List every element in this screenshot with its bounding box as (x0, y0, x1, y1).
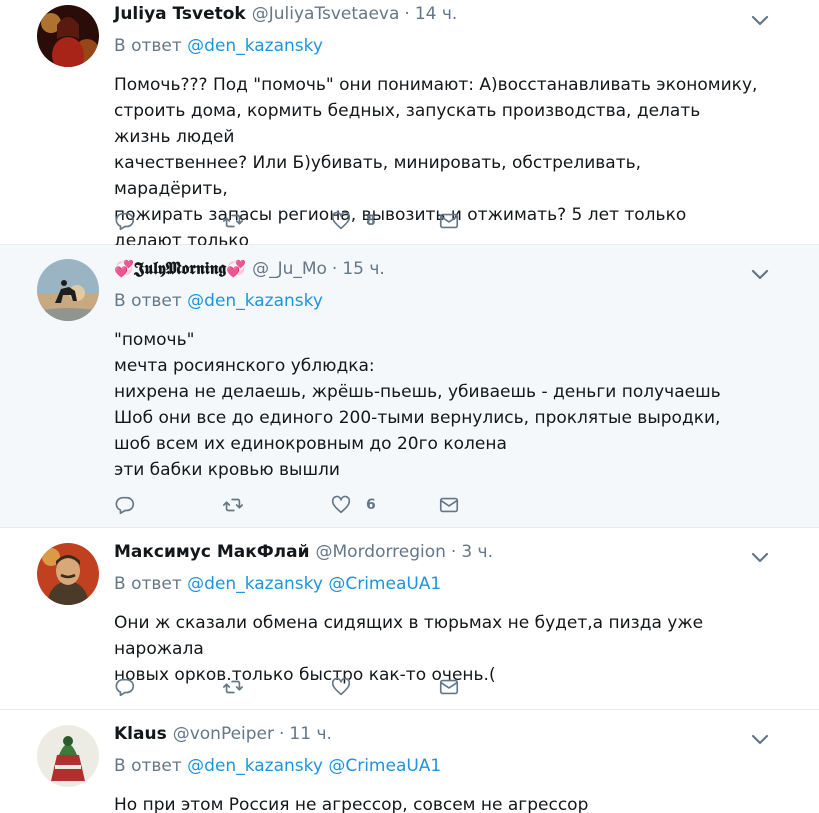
tweet-text: Но при этом Россия не агрессор, совсем н… (114, 795, 589, 813)
like-button[interactable] (330, 676, 438, 698)
avatar-image (37, 5, 99, 67)
mention-link[interactable]: @den_kazansky (187, 756, 323, 776)
like-icon (331, 495, 351, 514)
like-icon (331, 677, 351, 696)
author-name[interactable]: Максимус МакФлай (114, 542, 310, 562)
like-button[interactable]: 6 (330, 494, 438, 516)
tweet[interactable]: 💞 𝕵𝖚𝖑𝖞𝕸𝖔𝖗𝖓𝖎𝖓𝖌 💞 @_Ju_Mo · 15 ч. В ответ … (0, 245, 819, 528)
reply-button[interactable] (114, 494, 222, 516)
reply-prefix: В ответ (114, 756, 182, 776)
avatar[interactable] (37, 725, 99, 787)
author-username[interactable]: @JuliyaTsvetaeva (252, 4, 400, 24)
tweet-actions (114, 675, 546, 699)
tweet-timestamp[interactable]: 11 ч. (289, 724, 331, 744)
dm-icon (439, 497, 459, 513)
reply-prefix: В ответ (114, 291, 182, 311)
reply-prefix: В ответ (114, 36, 182, 56)
mention-link[interactable]: @CrimeaUA1 (328, 756, 441, 776)
reply-icon (115, 678, 135, 697)
mention-link[interactable]: @den_kazansky (187, 574, 323, 594)
tweet[interactable]: Максимус МакФлай @Mordorregion · 3 ч. В … (0, 528, 819, 710)
more-options-button[interactable] (749, 729, 771, 749)
reply-context: В ответ @den_kazansky @CrimeaUA1 (114, 574, 759, 596)
direct-message-button[interactable] (438, 676, 546, 698)
retweet-icon (223, 498, 243, 512)
avatar-image (37, 543, 99, 605)
more-options-button[interactable] (749, 547, 771, 567)
reply-icon (115, 496, 135, 515)
reply-icon (115, 212, 135, 231)
tweet-actions: 8 (114, 209, 546, 233)
author-username[interactable]: @_Ju_Mo (252, 259, 327, 279)
tweet-timestamp[interactable]: 14 ч. (415, 4, 457, 24)
author-username[interactable]: @vonPeiper (173, 724, 274, 744)
mention-link[interactable]: @den_kazansky (187, 291, 323, 311)
like-count: 6 (366, 497, 376, 513)
tweet[interactable]: Klaus @vonPeiper · 11 ч. В ответ @den_ka… (0, 710, 819, 813)
heart-emoji-left: 💞 (114, 259, 134, 278)
separator-dot: · (331, 259, 338, 279)
avatar[interactable] (37, 259, 99, 321)
avatar[interactable] (37, 543, 99, 605)
mention-link[interactable]: @CrimeaUA1 (328, 574, 441, 594)
retweet-button[interactable] (222, 676, 330, 698)
avatar-image (37, 725, 99, 787)
heart-emoji-right: 💞 (226, 259, 247, 278)
tweet-actions: 6 (114, 493, 546, 517)
chevron-down-icon (751, 15, 769, 26)
more-options-button[interactable] (749, 10, 771, 30)
tweet-timestamp[interactable]: 15 ч. (342, 259, 384, 279)
retweet-button[interactable] (222, 210, 330, 232)
tweet-timestamp[interactable]: 3 ч. (461, 542, 493, 562)
separator-dot: · (279, 724, 285, 744)
like-icon (331, 211, 351, 230)
direct-message-button[interactable] (438, 210, 546, 232)
direct-message-button[interactable] (438, 494, 546, 516)
dm-icon (439, 679, 459, 695)
separator-dot: · (404, 4, 410, 24)
author-name[interactable]: Klaus (114, 724, 167, 744)
avatar-image (37, 259, 99, 321)
more-options-button[interactable] (749, 264, 771, 284)
reply-context: В ответ @den_kazansky (114, 291, 759, 313)
reply-context: В ответ @den_kazansky (114, 36, 759, 58)
chevron-down-icon (751, 734, 769, 745)
chevron-down-icon (751, 269, 769, 280)
like-count: 8 (366, 213, 376, 229)
retweet-button[interactable] (222, 494, 330, 516)
tweet-feed: Juliya Tsvetok @JuliyaTsvetaeva · 14 ч. … (0, 0, 819, 813)
reply-button[interactable] (114, 676, 222, 698)
separator-dot: · (450, 542, 457, 562)
tweet-text: "помочь" мечта росиянского ублюдка: нихр… (114, 330, 721, 480)
author-name[interactable]: 𝕵𝖚𝖑𝖞𝕸𝖔𝖗𝖓𝖎𝖓𝖌 (134, 259, 226, 279)
mention-link[interactable]: @den_kazansky (187, 36, 323, 56)
like-button[interactable]: 8 (330, 210, 438, 232)
retweet-icon (223, 214, 243, 228)
dm-icon (439, 213, 459, 229)
author-name[interactable]: Juliya Tsvetok (114, 4, 246, 24)
retweet-icon (223, 680, 243, 694)
reply-button[interactable] (114, 210, 222, 232)
chevron-down-icon (751, 552, 769, 563)
reply-prefix: В ответ (114, 574, 182, 594)
reply-context: В ответ @den_kazansky @CrimeaUA1 (114, 756, 759, 778)
author-username[interactable]: @Mordorregion (316, 542, 446, 562)
tweet[interactable]: Juliya Tsvetok @JuliyaTsvetaeva · 14 ч. … (0, 0, 819, 277)
avatar[interactable] (37, 5, 99, 67)
